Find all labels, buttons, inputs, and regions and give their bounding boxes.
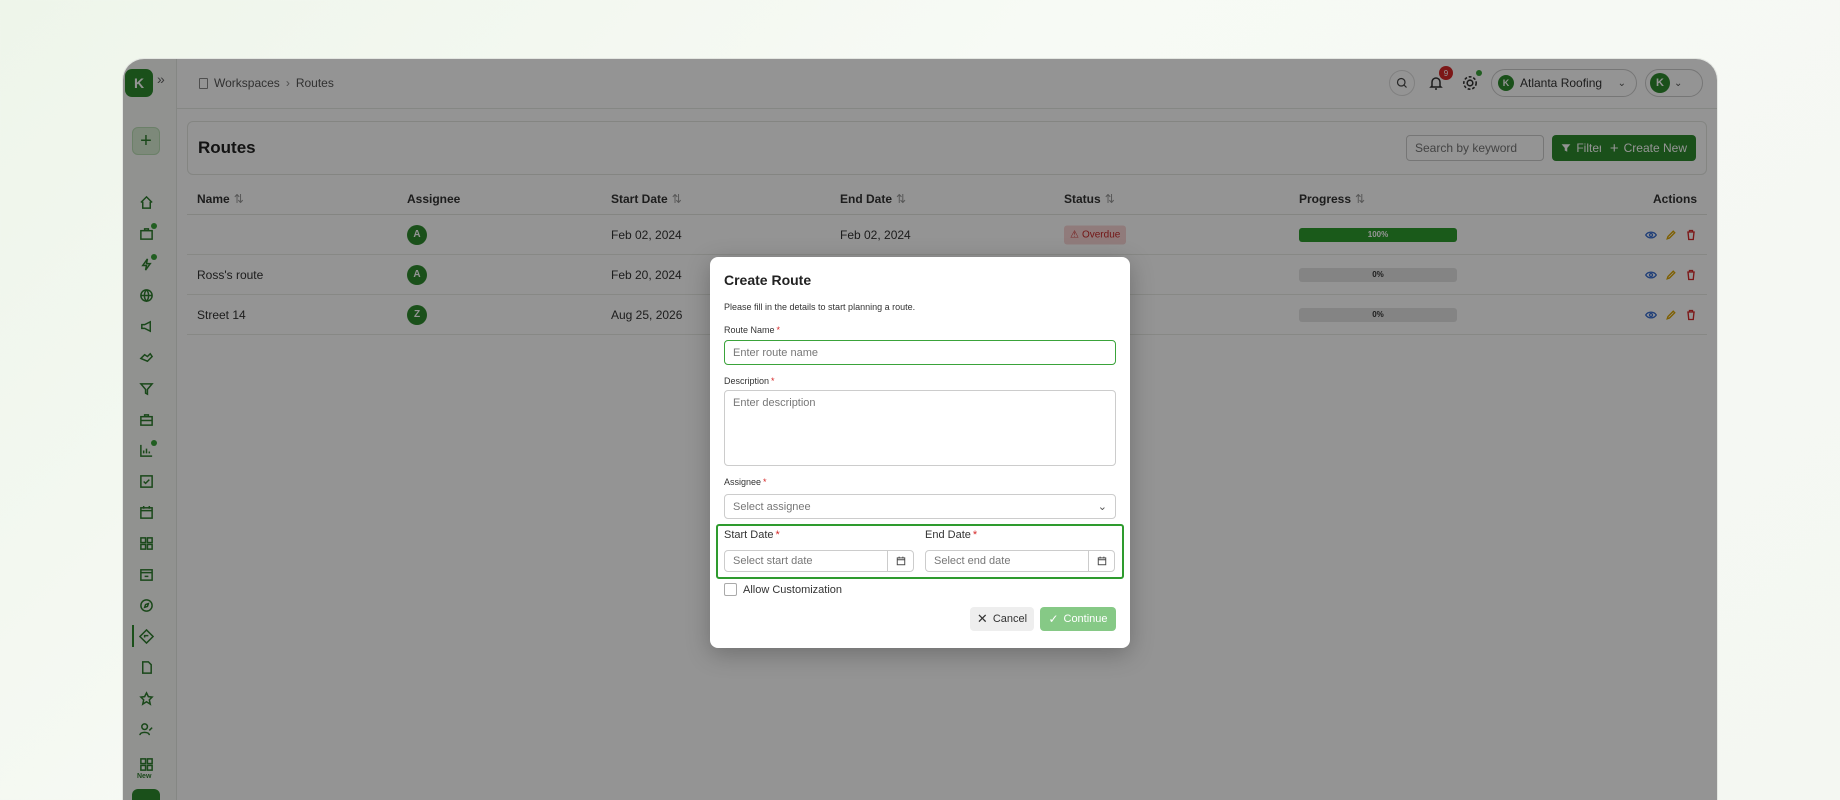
description-textarea[interactable]: Enter description: [724, 390, 1116, 466]
start-date-input[interactable]: Select start date: [724, 550, 914, 572]
route-name-label: Route Name *: [724, 325, 781, 335]
end-date-input[interactable]: Select end date: [925, 550, 1115, 572]
chevron-down-icon: ⌄: [1097, 501, 1107, 513]
allow-customization-checkbox[interactable]: [724, 583, 737, 596]
end-date-label: End Date *: [925, 529, 978, 541]
allow-customization-row[interactable]: Allow Customization: [724, 583, 842, 596]
dialog-subtitle: Please fill in the details to start plan…: [724, 302, 916, 312]
close-icon: ✕: [976, 611, 988, 626]
create-route-dialog: Create Route Please fill in the details …: [710, 257, 1130, 648]
calendar-icon[interactable]: [887, 551, 913, 571]
start-date-label: Start Date *: [724, 529, 780, 541]
cancel-label: Cancel: [992, 613, 1028, 625]
assignee-label: Assignee *: [724, 477, 767, 487]
route-name-input[interactable]: Enter route name: [724, 340, 1116, 365]
allow-customization-label: Allow Customization: [743, 583, 843, 596]
calendar-icon[interactable]: [1088, 551, 1114, 571]
description-label: Description *: [724, 376, 775, 386]
assignee-select[interactable]: Select assignee ⌄: [724, 494, 1116, 519]
dialog-title: Create Route: [724, 272, 812, 288]
cancel-button[interactable]: ✕ Cancel: [970, 607, 1034, 631]
date-range-group: Start Date * Select start date End Date * …: [716, 524, 1124, 579]
continue-label: Continue: [1063, 613, 1108, 625]
continue-button[interactable]: ✓ Continue: [1040, 607, 1116, 631]
check-icon: ✓: [1048, 612, 1059, 626]
